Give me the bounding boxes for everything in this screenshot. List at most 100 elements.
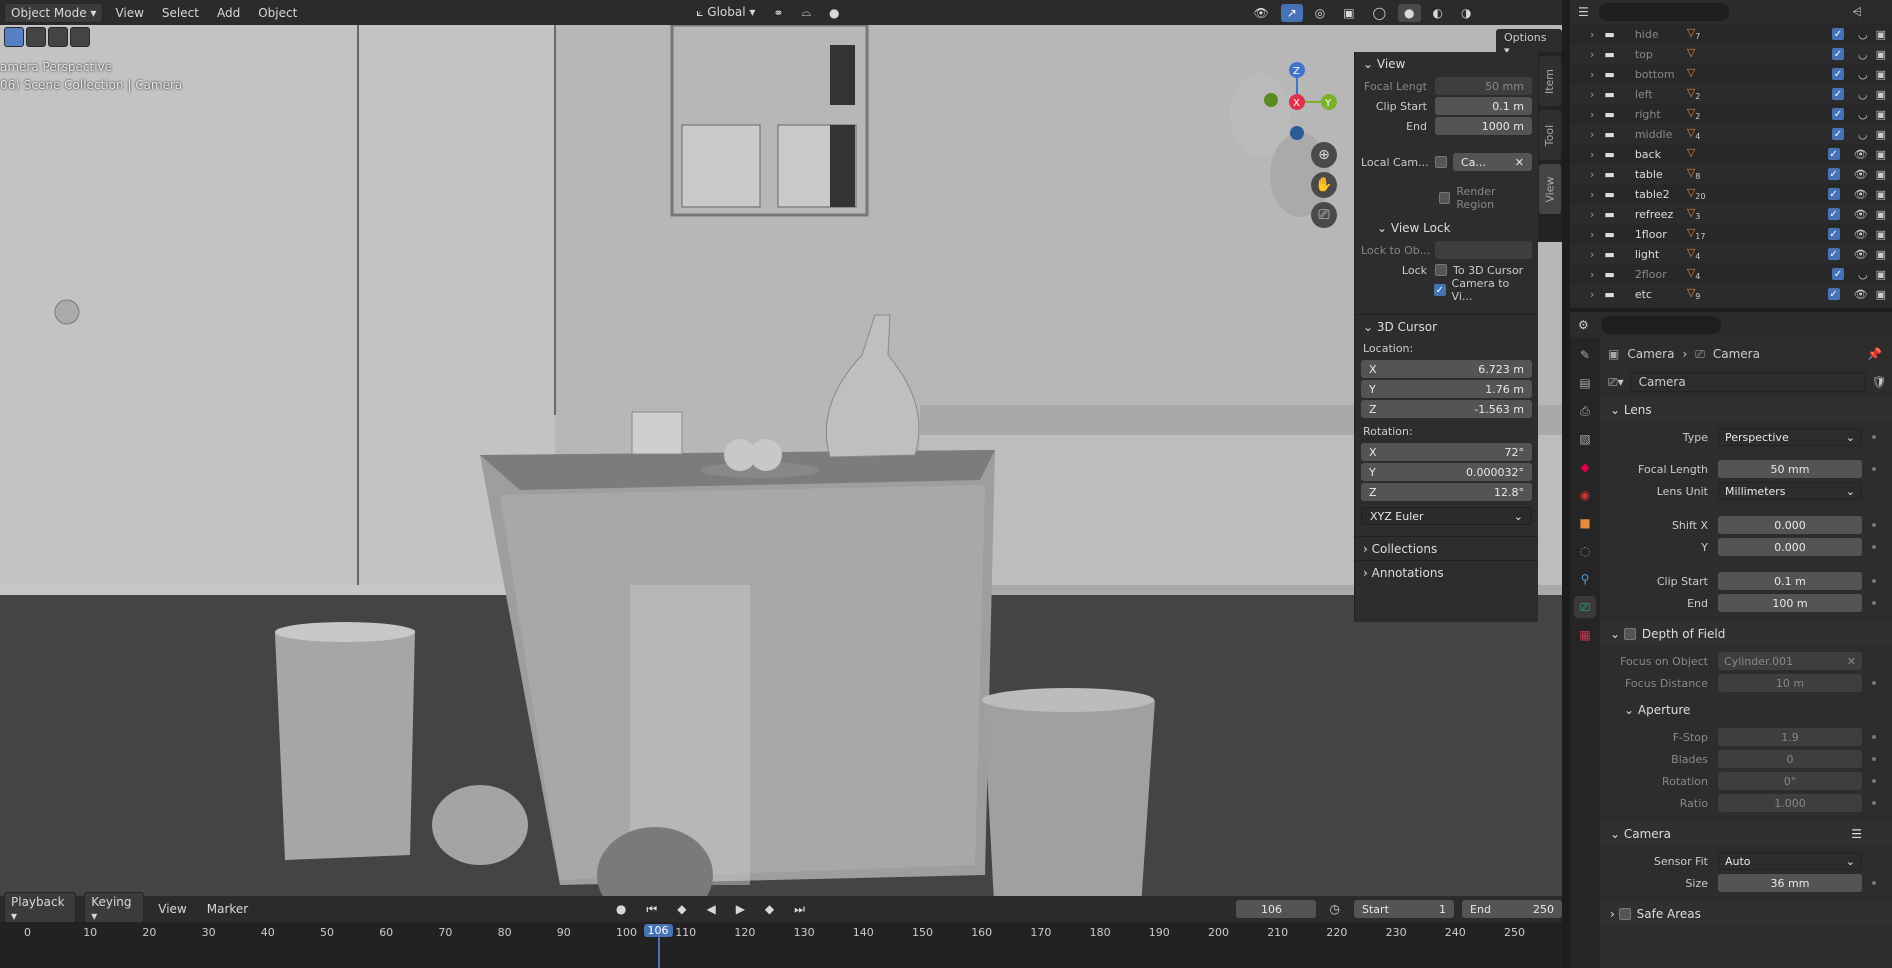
view-layer-tab-icon[interactable]: ▧ [1574,428,1596,450]
camera-to-view-checkbox[interactable]: ✓ [1433,284,1446,296]
blades-field[interactable]: 0 [1718,750,1862,768]
render-camera-icon[interactable]: ▣ [1876,248,1886,261]
eye-icon[interactable]: 👁 [1854,168,1868,181]
xray-icon[interactable]: ▣ [1337,4,1360,22]
scene-tab-icon[interactable]: ◆ [1574,456,1596,478]
render-camera-icon[interactable]: ▣ [1876,88,1886,101]
expand-arrow-icon[interactable]: › [1590,128,1594,141]
expand-arrow-icon[interactable]: › [1590,28,1594,41]
expand-arrow-icon[interactable]: › [1590,208,1594,221]
expand-arrow-icon[interactable]: › [1590,268,1594,281]
menu-select[interactable]: Select [156,4,205,22]
shading-rendered-icon[interactable]: ◑ [1455,4,1477,22]
outliner-row[interactable]: › ▬ back ▽ ✓ 👁 ▣ [1570,144,1892,164]
render-camera-icon[interactable]: ▣ [1876,268,1886,281]
tab-item[interactable]: Item [1539,56,1561,106]
play-icon[interactable]: ▶ [730,900,751,918]
outliner-row[interactable]: › ▬ table ▽8 ✓ 👁 ▣ [1570,164,1892,184]
eye-icon[interactable]: ◡ [1858,68,1868,81]
focal-length-prop-field[interactable]: 50 mm [1718,460,1862,478]
expand-arrow-icon[interactable]: › [1590,148,1594,161]
outliner-search-input[interactable] [1598,3,1729,21]
exclude-checkbox[interactable]: ✓ [1827,168,1840,180]
render-camera-icon[interactable]: ▣ [1876,28,1886,41]
select-new-icon[interactable] [4,27,24,47]
expand-arrow-icon[interactable]: › [1590,168,1594,181]
shift-y-field[interactable]: 0.000 [1718,538,1862,556]
pivot-icon[interactable]: ⚭ [767,4,789,22]
shading-wire-icon[interactable]: ◯ [1367,4,1392,22]
outliner-row[interactable]: › ▬ top ▽ ✓ ◡ ▣ [1570,44,1892,64]
select-subtract-icon[interactable] [48,27,68,47]
safe-areas-checkbox[interactable] [1618,908,1631,920]
render-tab-icon[interactable]: ▤ [1574,372,1596,394]
orientation-dropdown[interactable]: ⟀ Global ▾ [690,3,761,22]
exclude-checkbox[interactable]: ✓ [1831,268,1844,280]
datablock-name-field[interactable]: Camera [1629,372,1866,392]
camera-view-icon[interactable]: ⎚ [1311,202,1337,228]
cursor-loc-y-field[interactable]: Y 1.76 m [1361,380,1532,398]
shading-material-icon[interactable]: ◐ [1427,4,1449,22]
outliner-row[interactable]: › ▬ 1floor ▽17 ✓ 👁 ▣ [1570,224,1892,244]
prop-clip-end-field[interactable]: 100 m [1718,594,1862,612]
visibility-icon[interactable]: 👁 [1247,4,1274,22]
local-camera-checkbox[interactable] [1435,156,1447,168]
focal-length-field[interactable]: 50 mm [1435,77,1532,95]
clock-icon[interactable]: ◷ [1324,900,1346,918]
current-frame-field[interactable]: 106 [1235,900,1316,918]
clip-end-field[interactable]: 1000 m [1435,117,1532,135]
modifier-tab-icon[interactable]: ◌ [1574,540,1596,562]
sensor-fit-dropdown[interactable]: Auto ⌄ [1718,852,1862,870]
animate-dot-icon[interactable] [1872,757,1876,761]
tab-tool[interactable]: Tool [1539,110,1561,160]
marker-menu[interactable]: Marker [201,900,254,918]
expand-arrow-icon[interactable]: › [1590,228,1594,241]
animate-dot-icon[interactable] [1872,735,1876,739]
render-region-checkbox[interactable] [1439,192,1451,204]
animate-dot-icon[interactable] [1872,779,1876,783]
sensor-size-field[interactable]: 36 mm [1718,874,1862,892]
cursor-rot-x-field[interactable]: X 72° [1361,443,1532,461]
exclude-checkbox[interactable]: ✓ [1831,108,1844,120]
rotation-mode-dropdown[interactable]: XYZ Euler ⌄ [1361,507,1532,525]
navigation-gizmo[interactable]: Z X Y [1255,58,1355,158]
render-camera-icon[interactable]: ▣ [1876,208,1886,221]
cursor-rot-z-field[interactable]: Z 12.8° [1361,483,1532,501]
outliner-row[interactable]: › ▬ left ▽2 ✓ ◡ ▣ [1570,84,1892,104]
shift-x-field[interactable]: 0.000 [1718,516,1862,534]
focus-object-field[interactable]: Cylinder.001 ✕ [1718,652,1862,670]
clip-start-field[interactable]: 0.1 m [1435,97,1532,115]
outliner-row[interactable]: › ▬ etc ▽9 ✓ 👁 ▣ [1570,284,1892,304]
tool-tab-icon[interactable]: ✎ [1574,344,1596,366]
gizmo-toggle-icon[interactable]: ↗ [1280,3,1303,22]
view-panel-header[interactable]: ⌄ View [1355,52,1538,76]
filter-icon[interactable]: ⩤ [1852,5,1862,20]
exclude-checkbox[interactable]: ✓ [1827,188,1840,200]
cursor-loc-x-field[interactable]: X 6.723 m [1361,360,1532,378]
lens-type-dropdown[interactable]: Perspective ⌄ [1718,428,1862,446]
animate-dot-icon[interactable] [1872,467,1876,471]
texture-tab-icon[interactable]: ▦ [1574,624,1596,646]
exclude-checkbox[interactable]: ✓ [1827,248,1840,260]
dof-panel-header[interactable]: ⌄ Depth of Field [1600,622,1892,646]
expand-arrow-icon[interactable]: › [1590,108,1594,121]
playback-menu[interactable]: Playback ▾ [4,892,77,926]
render-camera-icon[interactable]: ▣ [1876,48,1886,61]
outliner-row[interactable]: › ▬ hide ▽7 ✓ ◡ ▣ [1570,24,1892,44]
menu-object[interactable]: Object [252,4,303,22]
select-extend-icon[interactable] [26,27,46,47]
expand-arrow-icon[interactable]: › [1590,68,1594,81]
animate-dot-icon[interactable] [1872,545,1876,549]
fake-user-shield-icon[interactable]: 🛡 [1872,375,1887,389]
jump-start-icon[interactable]: ⏮ [640,900,663,919]
outliner-row[interactable]: › ▬ 2floor ▽4 ✓ ◡ ▣ [1570,264,1892,284]
overlay-icon[interactable]: ◎ [1309,4,1331,22]
render-camera-icon[interactable]: ▣ [1876,128,1886,141]
zoom-icon[interactable]: ⊕ [1311,142,1337,168]
to-3d-cursor-checkbox[interactable] [1435,264,1447,276]
lock-to-object-field[interactable] [1435,241,1532,259]
select-invert-icon[interactable] [70,27,90,47]
exclude-checkbox[interactable]: ✓ [1827,148,1840,160]
timeline-ruler[interactable]: 0 10 20 30 40 50 60 70 80 90 100 110 120 130 140 150 160… [0,922,1562,968]
prop-clip-start-field[interactable]: 0.1 m [1718,572,1862,590]
